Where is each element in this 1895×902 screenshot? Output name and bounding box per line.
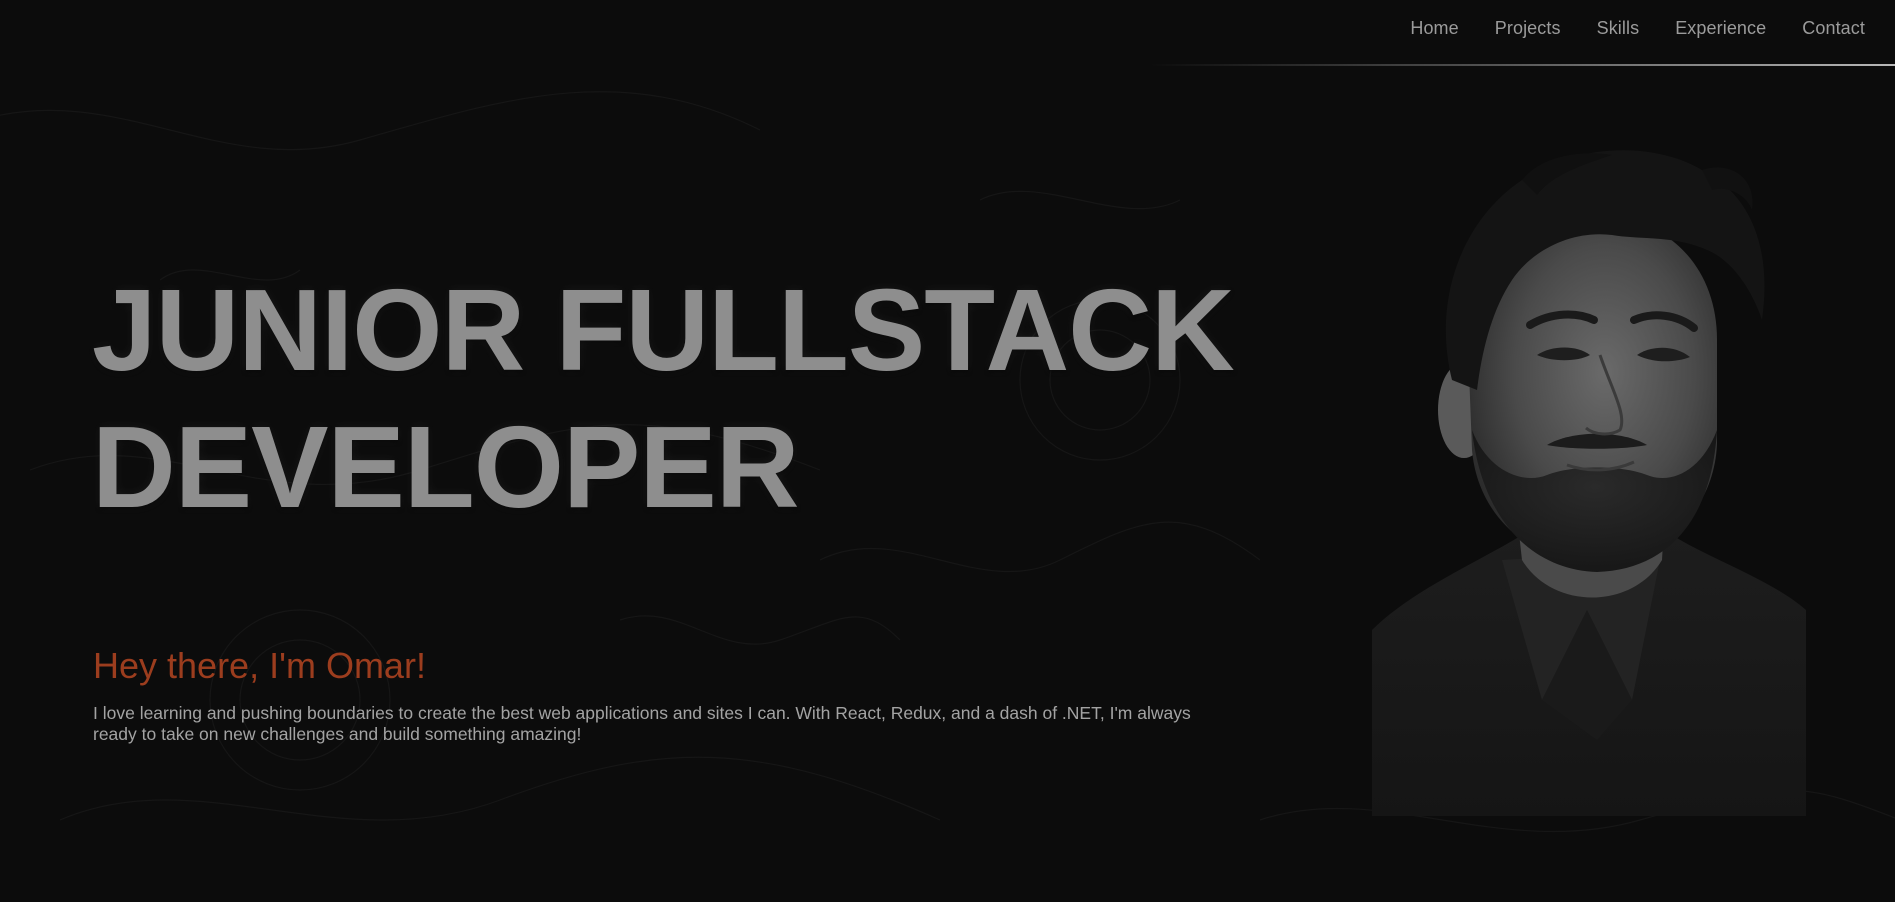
- hero-greeting: Hey there, I'm Omar!: [93, 645, 426, 686]
- nav-projects[interactable]: Projects: [1495, 18, 1561, 39]
- nav-contact[interactable]: Contact: [1802, 18, 1865, 39]
- hero-title-line2: DEVELOPER: [92, 402, 799, 532]
- page: Home Projects Skills Experience Contact …: [0, 0, 1895, 902]
- nav-home[interactable]: Home: [1410, 18, 1458, 39]
- nav-experience[interactable]: Experience: [1675, 18, 1766, 39]
- hero-title: JUNIOR FULLSTACK DEVELOPER: [92, 262, 1235, 536]
- hero-intro: I love learning and pushing boundaries t…: [93, 703, 1191, 744]
- main-nav: Home Projects Skills Experience Contact: [1410, 18, 1865, 39]
- portrait-photo: [1372, 150, 1806, 816]
- hero-title-line1: JUNIOR FULLSTACK: [92, 265, 1235, 395]
- nav-skills[interactable]: Skills: [1597, 18, 1640, 39]
- nav-divider: [1150, 64, 1895, 66]
